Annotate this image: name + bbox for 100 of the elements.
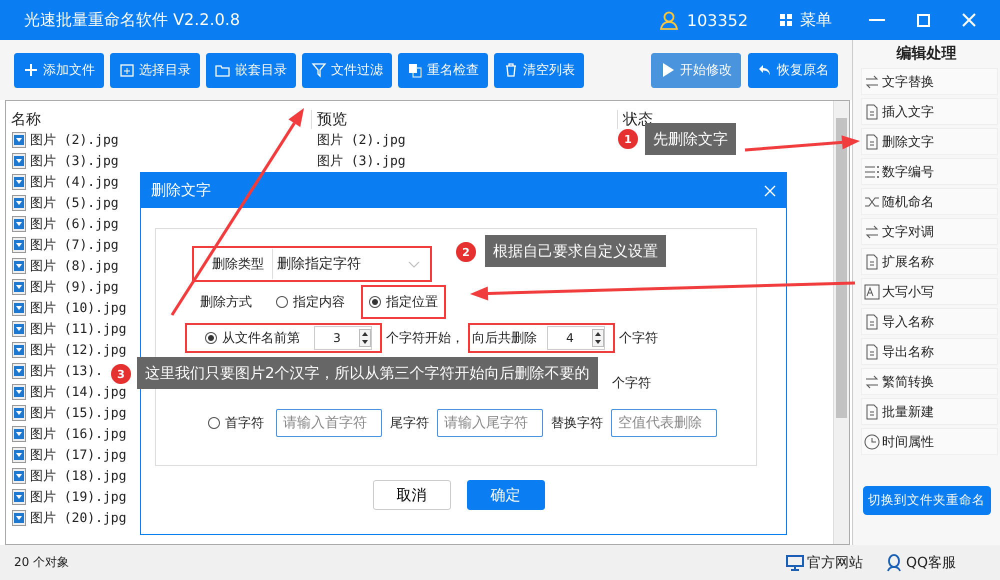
image-file-icon	[12, 362, 26, 378]
sidebar-item[interactable]: 时间属性	[861, 428, 998, 455]
plus-icon	[23, 62, 39, 78]
file-name: 图片 (9).jpg	[30, 278, 119, 296]
file-name: 图片 (15).jpg	[30, 404, 126, 422]
callout: 根据自己要求自定义设置	[485, 235, 666, 267]
menu-button[interactable]: 菜单	[800, 10, 832, 30]
sidebar-item[interactable]: 插入文字	[861, 98, 998, 125]
file-name: 图片 (20).jpg	[30, 510, 126, 526]
mode-label: 删除方式	[200, 294, 252, 311]
sidebar-item[interactable]: 文字对调	[861, 218, 998, 245]
scrollbar[interactable]	[833, 101, 849, 544]
image-file-icon	[12, 446, 26, 462]
image-file-icon	[12, 174, 26, 190]
numbered-list-icon	[864, 164, 880, 180]
toolbar-button[interactable]: 重名检查	[398, 52, 488, 88]
file-name: 图片 (7).jpg	[30, 236, 119, 254]
toolbar-button[interactable]: 选择目录	[110, 52, 200, 88]
close-icon[interactable]	[962, 13, 976, 27]
step-number: 1	[617, 128, 639, 150]
user-id: 103352	[686, 10, 748, 30]
image-file-icon	[12, 216, 26, 232]
funnel-icon	[311, 62, 327, 78]
link[interactable]: 官方网站	[806, 554, 863, 572]
input-field[interactable]: 请输入尾字符	[437, 409, 543, 437]
file-name: 图片 (5).jpg	[30, 194, 119, 212]
swap-icon	[864, 74, 880, 90]
file-name: 图片 (4).jpg	[30, 174, 119, 190]
radio-button[interactable]: 从文件名前第	[201, 329, 304, 347]
toolbar-button[interactable]: 嵌套目录	[206, 52, 296, 88]
file-name: 图片 (17).jpg	[30, 446, 126, 464]
sidebar-item[interactable]: 大写小写	[861, 278, 998, 305]
spin-arrows-icon[interactable]	[359, 329, 371, 347]
figure-icon	[884, 554, 903, 572]
switch-button[interactable]: 切换到文件夹重命名	[862, 486, 990, 515]
toolbar-button[interactable]: 添加文件	[14, 52, 104, 88]
spin-arrows-icon[interactable]	[592, 329, 604, 347]
number-field[interactable]: 4	[547, 326, 605, 350]
play-icon	[660, 62, 676, 78]
image-file-icon	[12, 342, 26, 358]
confirm-button[interactable]: 确定	[466, 480, 544, 510]
sidebar-item[interactable]: 繁简转换	[861, 368, 998, 395]
maximize-icon[interactable]	[916, 14, 930, 26]
window-title: 光速批量重命名软件 V2.2.0.8	[24, 10, 242, 30]
close-icon[interactable]	[764, 184, 776, 196]
file-name: 图片 (8).jpg	[30, 258, 119, 274]
sidebar-item[interactable]: 导出名称	[861, 338, 998, 365]
document-icon	[864, 404, 880, 420]
callout: 先删除文字	[645, 123, 736, 155]
image-file-icon	[12, 468, 26, 484]
toolbar-button[interactable]: 清空列表	[494, 52, 584, 88]
count-label: 向后共删除	[472, 330, 537, 347]
radio-button[interactable]: 首字符	[204, 414, 268, 432]
cancel-button[interactable]: 取消	[372, 480, 450, 510]
type-label: 删除类型	[211, 256, 265, 273]
file-name: 图片 (12).jpg	[30, 342, 126, 358]
number-field[interactable]: 3	[314, 326, 372, 350]
monitor-icon	[786, 554, 804, 570]
document-icon	[864, 104, 880, 120]
sidebar-item[interactable]: 数字编号	[861, 158, 998, 185]
folder-icon	[119, 62, 135, 78]
file-name: 图片 (6).jpg	[30, 216, 119, 232]
sidebar-item[interactable]: 随机命名	[861, 188, 998, 215]
swap-icon	[864, 374, 880, 390]
radio-button[interactable]: 指定位置	[365, 293, 442, 311]
image-file-icon	[12, 300, 26, 316]
image-file-icon	[12, 258, 26, 274]
input-field[interactable]: 请输入首字符	[276, 409, 382, 437]
clock-icon	[864, 434, 880, 450]
column-header[interactable]: 名称	[11, 110, 41, 128]
input-field[interactable]: 空值代表删除	[611, 409, 717, 437]
grid-icon	[780, 14, 792, 26]
field-label: 尾字符	[390, 415, 429, 432]
link[interactable]: QQ客服	[906, 554, 956, 572]
chevron-icon	[408, 260, 420, 268]
image-file-icon	[12, 320, 26, 336]
file-name: 图片 (19).jpg	[30, 488, 126, 506]
file-name: 图片 (10).jpg	[30, 300, 126, 316]
step-number: 3	[110, 363, 132, 385]
field-text: 个字符	[618, 330, 659, 347]
radio-button[interactable]: 指定内容	[272, 293, 349, 311]
column-header[interactable]: 预览	[317, 110, 347, 128]
document-icon	[864, 344, 880, 360]
copy-icon	[407, 62, 423, 78]
sidebar-item[interactable]: 导入名称	[861, 308, 998, 335]
document-icon	[864, 314, 880, 330]
file-name: 图片 (2).jpg	[30, 132, 119, 148]
sidebar-item[interactable]: 扩展名称	[861, 248, 998, 275]
sidebar-item[interactable]: 文字替换	[861, 68, 998, 95]
sidebar-item[interactable]: 删除文字	[861, 128, 998, 155]
field-text: 个字符	[612, 375, 651, 392]
sidebar-item[interactable]: 批量新建	[861, 398, 998, 425]
sidebar-title: 编辑处理	[896, 44, 956, 64]
file-name: 图片 (16).jpg	[30, 426, 126, 442]
file-name: 图片 (3).jpg	[30, 152, 119, 170]
field-text: 个字符开始，	[385, 330, 465, 347]
toolbar-button[interactable]: 文件过滤	[302, 52, 392, 88]
file-name: 图片 (18).jpg	[30, 468, 126, 484]
preview-name: 图片 (3).jpg	[317, 154, 406, 168]
toolbar-button[interactable]: 恢复原名	[748, 52, 838, 88]
